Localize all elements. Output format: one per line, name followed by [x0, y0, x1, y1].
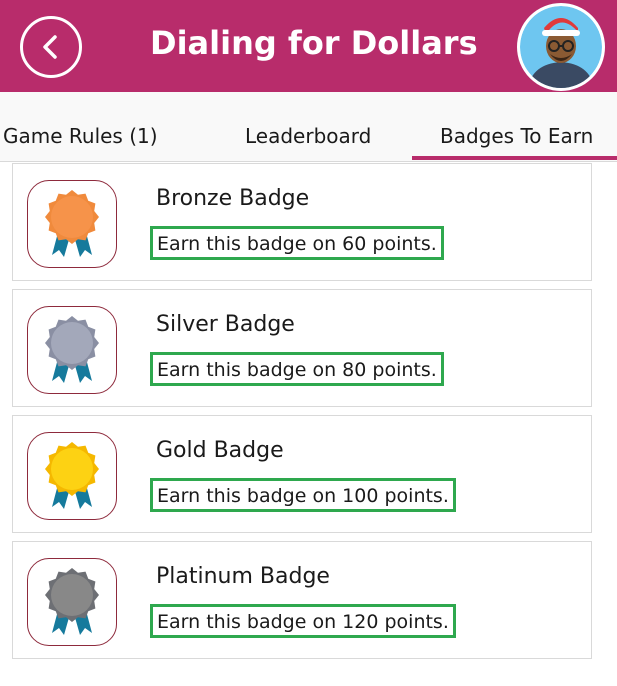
badge-description: Earn this badge on 80 points. — [150, 352, 444, 386]
badge-icon-frame — [27, 432, 117, 520]
badge-card-bronze: Bronze Badge Earn this badge on 60 point… — [12, 163, 592, 281]
badge-description: Earn this badge on 100 points. — [150, 478, 456, 512]
badge-name: Gold Badge — [156, 438, 284, 463]
page-title: Dialing for Dollars — [150, 24, 478, 62]
badge-icon-frame — [27, 180, 117, 268]
platinum-badge-icon — [45, 568, 99, 635]
rosette-center — [51, 196, 93, 238]
rosette-center — [51, 322, 93, 364]
badge-card-platinum: Platinum Badge Earn this badge on 120 po… — [12, 541, 592, 659]
tab-leaderboard[interactable]: Leaderboard — [245, 124, 371, 148]
bronze-badge-icon — [45, 190, 99, 257]
tab-game-rules[interactable]: Game Rules (1) — [3, 124, 158, 148]
rosette-center — [51, 448, 93, 490]
badge-icon-frame — [27, 558, 117, 646]
app-header: Dialing for Dollars — [0, 0, 617, 92]
chevron-left-icon — [43, 35, 57, 59]
user-avatar-icon — [520, 6, 602, 88]
tab-badges-to-earn[interactable]: Badges To Earn — [440, 124, 593, 148]
badge-description: Earn this badge on 60 points. — [150, 226, 444, 260]
badge-card-gold: Gold Badge Earn this badge on 100 points… — [12, 415, 592, 533]
badge-card-silver: Silver Badge Earn this badge on 80 point… — [12, 289, 592, 407]
rosette-center — [51, 574, 93, 616]
back-button[interactable] — [20, 16, 82, 78]
active-tab-indicator — [412, 156, 617, 160]
badge-name: Platinum Badge — [156, 564, 330, 589]
badge-name: Silver Badge — [156, 312, 295, 337]
badge-icon-frame — [27, 306, 117, 394]
gold-badge-icon — [45, 442, 99, 509]
badge-name: Bronze Badge — [156, 186, 310, 211]
silver-badge-icon — [45, 316, 99, 383]
tab-bar: Game Rules (1) Leaderboard Badges To Ear… — [0, 92, 617, 162]
badge-description: Earn this badge on 120 points. — [150, 604, 456, 638]
avatar[interactable] — [517, 3, 605, 91]
